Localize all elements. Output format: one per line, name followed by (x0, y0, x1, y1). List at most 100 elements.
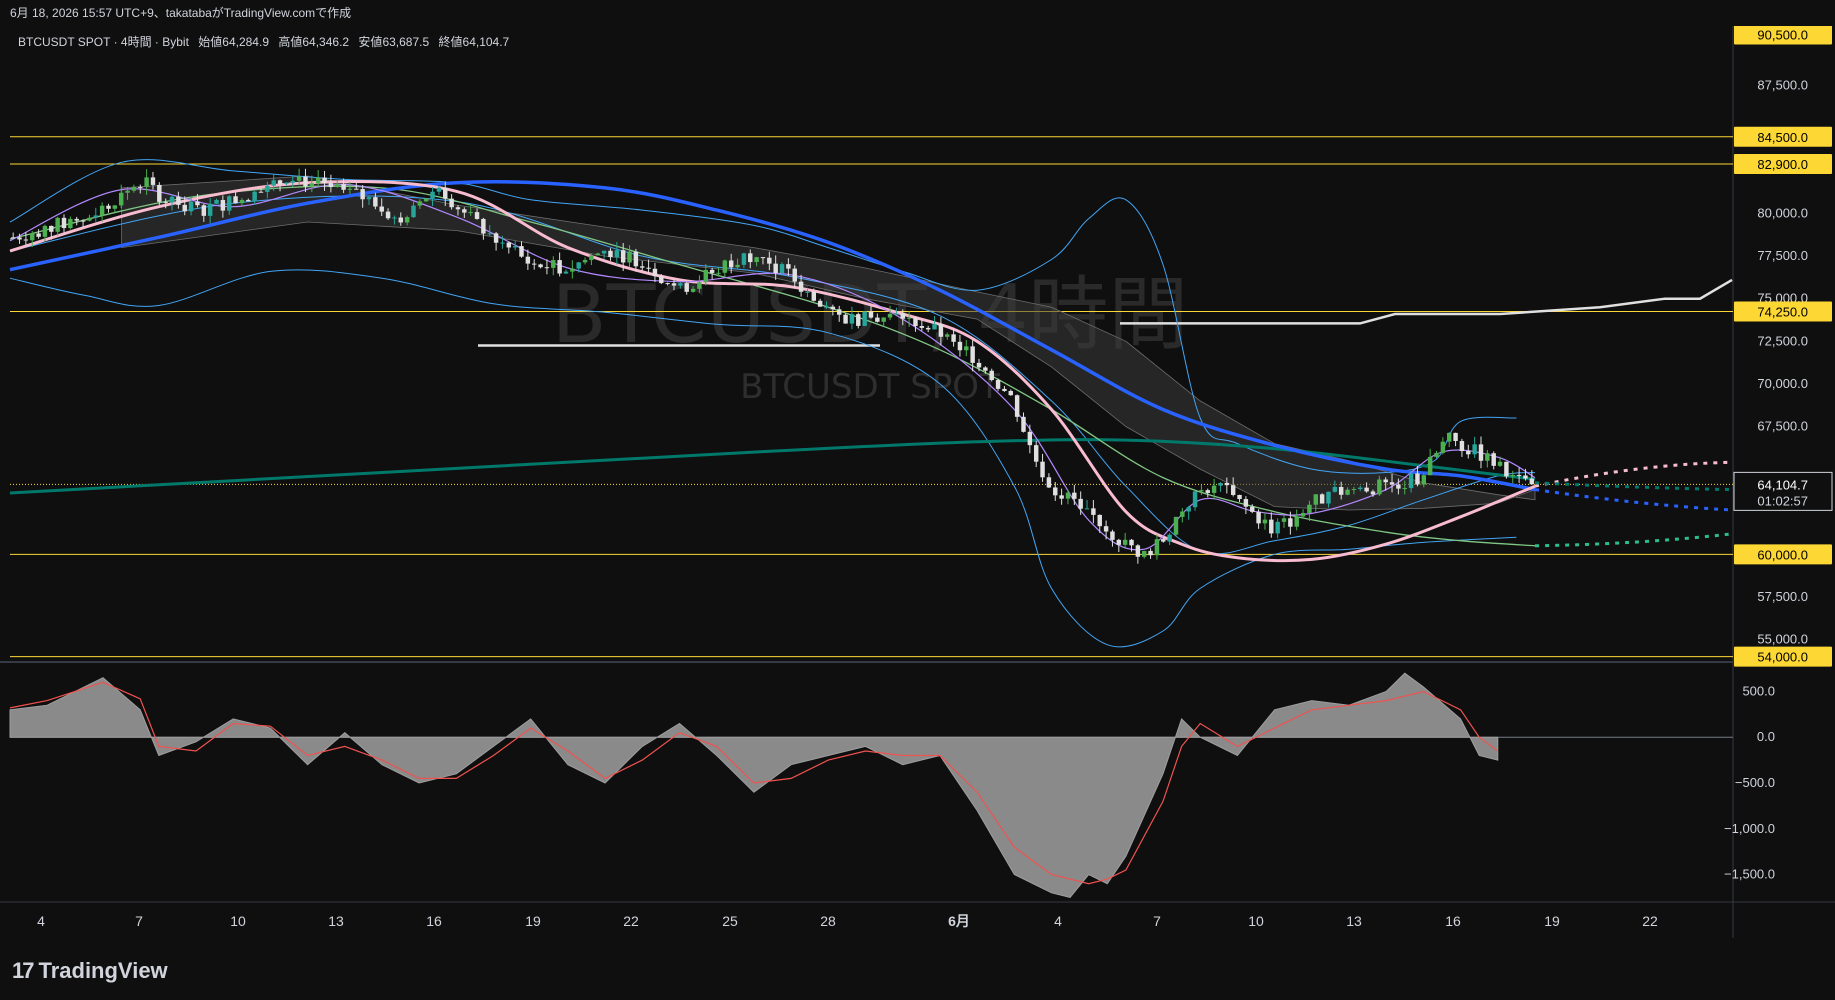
open-label: 始値 (198, 35, 223, 49)
candle-body (589, 255, 594, 261)
candle-body (1288, 518, 1293, 527)
candle-body (1294, 516, 1299, 527)
candle-body (601, 250, 607, 254)
candle-body (976, 362, 982, 368)
time-tick-label: 7 (1153, 913, 1161, 929)
candle-body (633, 251, 639, 267)
countdown-label: 01:02:57 (1757, 493, 1808, 508)
candle-body (1180, 511, 1185, 517)
candle-body (1370, 491, 1376, 495)
candle-body (570, 268, 575, 272)
candle-body (462, 209, 467, 213)
candle-body (157, 184, 162, 202)
candle-body (1478, 444, 1484, 461)
candle-body (506, 242, 512, 248)
candle-body (1205, 490, 1210, 493)
candle-body (1389, 482, 1395, 485)
candle-body (468, 212, 473, 214)
footer-bar (0, 938, 1835, 1000)
candle-body (1427, 456, 1433, 476)
candle-body (1211, 485, 1217, 493)
candle-body (1319, 494, 1325, 504)
candle-body (1078, 498, 1083, 509)
candle-body (792, 268, 797, 282)
tradingview-chart[interactable]: BTCUSDT, 4時間BTCUSDT SPOT87,500.080,000.0… (0, 26, 1835, 938)
candle-body (246, 199, 251, 202)
time-tick-label: 13 (328, 913, 344, 929)
candle-body (239, 199, 245, 204)
tradingview-logo[interactable]: 17 TradingView (12, 958, 168, 984)
high-value: 64,346.2 (302, 35, 350, 49)
candle-body (201, 205, 207, 216)
candle-body (1091, 508, 1096, 515)
candle-body (1148, 550, 1153, 556)
candle-body (906, 317, 912, 319)
candle-body (385, 211, 391, 219)
candle-body (894, 313, 899, 315)
candle-body (786, 264, 791, 269)
candle-body (735, 264, 740, 268)
candle-body (970, 346, 975, 363)
candle-body (150, 177, 156, 185)
candle-body (55, 217, 60, 232)
candle-body (106, 205, 111, 209)
candle-body (1485, 453, 1490, 461)
candle-body (1199, 490, 1204, 492)
candle-body (1351, 489, 1357, 491)
candle-body (474, 212, 480, 219)
candle-body (805, 291, 810, 293)
time-tick-label: 4 (1054, 913, 1062, 929)
candle-body (525, 256, 531, 264)
candle-body (1434, 452, 1439, 457)
candle-body (265, 185, 270, 192)
candle-body (226, 196, 232, 211)
candle-body (220, 199, 226, 211)
time-tick-label: 28 (820, 913, 836, 929)
level-price-label: 90,500.0 (1757, 28, 1808, 43)
candle-body (1014, 395, 1020, 417)
candle-body (1053, 487, 1058, 496)
candle-body (1237, 494, 1242, 500)
price-tick-label: 55,000.0 (1757, 632, 1808, 647)
price-tick-label: 67,500.0 (1757, 419, 1808, 434)
candle-body (17, 237, 22, 240)
candle-body (1230, 485, 1236, 495)
candle-body (138, 186, 143, 188)
level-price-label: 74,250.0 (1757, 304, 1808, 319)
candle-body (144, 177, 149, 187)
candle-body (563, 271, 569, 274)
candle-body (417, 201, 423, 206)
candle-body (1446, 432, 1452, 442)
candle-body (1021, 416, 1026, 432)
candle-body (512, 246, 518, 248)
candle-body (824, 306, 829, 308)
candle-body (767, 257, 772, 264)
candle-body (449, 198, 454, 208)
candle-body (627, 251, 632, 263)
candle-body (1497, 461, 1503, 466)
candle-body (932, 324, 937, 330)
candle-body (1269, 519, 1274, 534)
candle-body (481, 218, 486, 234)
candle-body (544, 267, 550, 269)
candle-body (779, 264, 785, 274)
candle-body (436, 187, 442, 192)
candle-body (557, 260, 562, 274)
candle-body (1307, 504, 1312, 513)
candle-body (843, 314, 848, 324)
candle-body (703, 269, 709, 283)
candle-body (1243, 499, 1249, 507)
candle-body (938, 324, 944, 337)
chart-caption: 6月 18, 2026 15:57 UTC+9、takatabaがTrading… (0, 0, 1835, 26)
candle-body (830, 306, 836, 310)
candle-body (1345, 489, 1350, 495)
candle-body (900, 313, 905, 319)
candle-body (322, 177, 327, 184)
candle-body (1008, 390, 1014, 396)
time-tick-label: 7 (135, 913, 143, 929)
candle-body (118, 192, 124, 206)
candle-body (214, 199, 219, 204)
candle-body (1161, 539, 1166, 542)
candle-body (652, 268, 658, 277)
candle-body (1135, 545, 1141, 557)
